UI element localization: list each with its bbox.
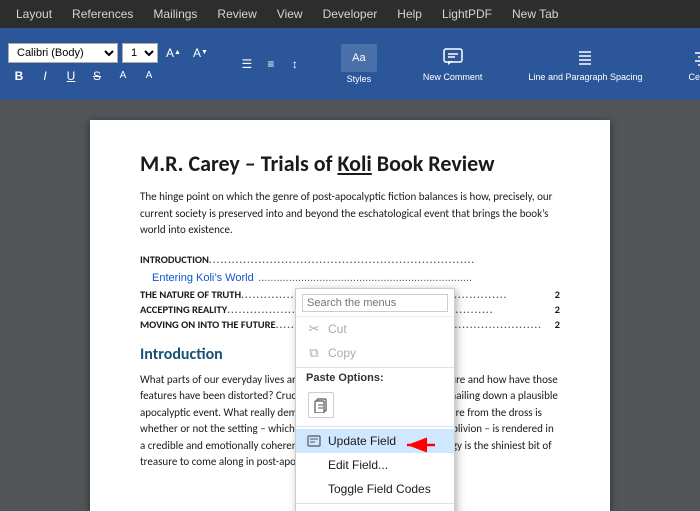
menu-lightpdf[interactable]: LightPDF <box>434 3 500 25</box>
italic-button[interactable]: I <box>34 66 56 86</box>
line-paragraph-spacing-button[interactable]: Line and Paragraph Spacing <box>523 43 647 85</box>
numbering-button[interactable]: ≡ <box>260 54 282 74</box>
highlight-button[interactable]: A <box>112 66 134 86</box>
toc-introduction-label: INTRODUCTION <box>140 253 209 266</box>
toggle-field-label: Toggle Field Codes <box>328 482 431 496</box>
menu-mailings[interactable]: Mailings <box>145 3 205 25</box>
copy-label: Copy <box>328 346 356 360</box>
center-label: Center <box>689 72 700 82</box>
grow-font-button[interactable]: A▲ <box>162 43 185 63</box>
menu-developer[interactable]: Developer <box>315 3 386 25</box>
context-menu-cut: ✂ Cut <box>296 317 454 341</box>
ribbon: Calibri (Body) 11 A▲ A▼ B I U S A A ☰ ≡ … <box>0 28 700 100</box>
center-button[interactable]: Center <box>684 43 700 85</box>
context-menu: ✂ Cut ⧉ Copy Paste Options: <box>295 288 455 511</box>
strikethrough-button[interactable]: S <box>86 66 108 86</box>
new-comment-button[interactable]: New Comment <box>418 43 488 85</box>
font-size-select[interactable]: 11 <box>122 43 158 63</box>
separator-3 <box>296 503 454 504</box>
line-spacing-button[interactable]: ↕ <box>284 54 306 74</box>
edit-field-icon <box>306 457 322 473</box>
styles-label: Styles <box>347 74 372 84</box>
paste-option-button[interactable] <box>308 392 334 418</box>
comment-group: New Comment <box>412 43 494 85</box>
line-spacing-label: Line and Paragraph Spacing <box>528 72 642 82</box>
toc-entering-kolis-world[interactable]: Entering Koli’s World <box>152 272 254 284</box>
cut-label: Cut <box>328 322 347 336</box>
new-comment-label: New Comment <box>423 72 483 82</box>
separator <box>296 367 454 368</box>
paste-options-label: Paste Options: <box>296 370 454 386</box>
arrow-indicator <box>345 430 445 460</box>
shrink-font-button[interactable]: A▼ <box>189 43 212 63</box>
update-field-icon <box>306 433 322 449</box>
bullets-button[interactable]: ☰ <box>236 54 258 74</box>
intro-paragraph: The hinge point on which the genre of po… <box>140 189 560 239</box>
center-group: Center <box>678 43 700 85</box>
menu-layout[interactable]: Layout <box>8 3 60 25</box>
line-spacing-group: Line and Paragraph Spacing <box>517 43 653 85</box>
bold-button[interactable]: B <box>8 66 30 86</box>
context-menu-search[interactable] <box>296 289 454 317</box>
menu-newtab[interactable]: New Tab <box>504 3 566 25</box>
separator-2 <box>296 426 454 427</box>
styles-button[interactable]: Aa Styles <box>336 41 382 87</box>
context-menu-copy: ⧉ Copy <box>296 341 454 365</box>
context-menu-font[interactable]: A Font... <box>296 506 454 511</box>
menu-references[interactable]: References <box>64 3 141 25</box>
document-area: M.R. Carey – Trials of Koli Book Review … <box>0 100 700 511</box>
font-group: Calibri (Body) 11 A▲ A▼ B I U S A A <box>8 43 212 86</box>
paste-options-row <box>296 386 454 424</box>
toggle-field-icon <box>306 481 322 497</box>
font-color-button[interactable]: A <box>138 66 160 86</box>
toc-introduction: INTRODUCTION ...........................… <box>140 253 560 266</box>
menu-view[interactable]: View <box>269 3 311 25</box>
search-menu-input[interactable] <box>302 294 448 312</box>
menu-help[interactable]: Help <box>389 3 430 25</box>
menu-bar: Layout References Mailings Review View D… <box>0 0 700 28</box>
menu-review[interactable]: Review <box>209 3 264 25</box>
context-menu-toggle-field-codes[interactable]: Toggle Field Codes <box>296 477 454 501</box>
koli-underline: Koli <box>337 150 371 177</box>
edit-field-label: Edit Field... <box>328 458 388 472</box>
styles-group: Aa Styles <box>330 41 388 87</box>
copy-icon: ⧉ <box>306 345 322 361</box>
cut-icon: ✂ <box>306 321 322 337</box>
font-family-select[interactable]: Calibri (Body) <box>8 43 118 63</box>
document-title: M.R. Carey – Trials of Koli Book Review <box>140 150 560 177</box>
underline-button[interactable]: U <box>60 66 82 86</box>
